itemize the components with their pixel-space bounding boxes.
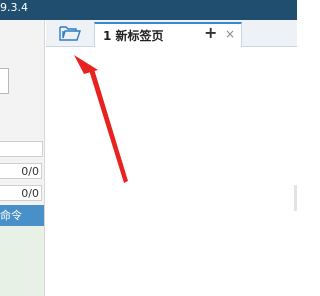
scrollbar[interactable] [294, 185, 297, 211]
tab-label: 1 新标签页 [103, 29, 164, 43]
title-bar: 9.3.4 [0, 0, 297, 20]
folder-open-icon [59, 26, 81, 41]
counter-1: 0/0 [0, 163, 42, 179]
command-header[interactable]: 命令 [0, 205, 44, 226]
counter-2: 0/0 [0, 185, 42, 201]
plus-icon[interactable]: + [204, 23, 217, 42]
terminal-content[interactable] [46, 47, 297, 296]
left-input-field[interactable] [0, 68, 9, 94]
tab-new-tab[interactable]: 1 新标签页 × [94, 22, 242, 47]
version-text: 9.3.4 [0, 1, 28, 14]
left-field-blank[interactable] [0, 141, 43, 157]
tab-bar: 1 新标签页 × + [46, 20, 297, 47]
command-list [0, 226, 44, 296]
close-icon[interactable]: × [225, 27, 235, 41]
open-folder-button[interactable] [58, 24, 82, 42]
